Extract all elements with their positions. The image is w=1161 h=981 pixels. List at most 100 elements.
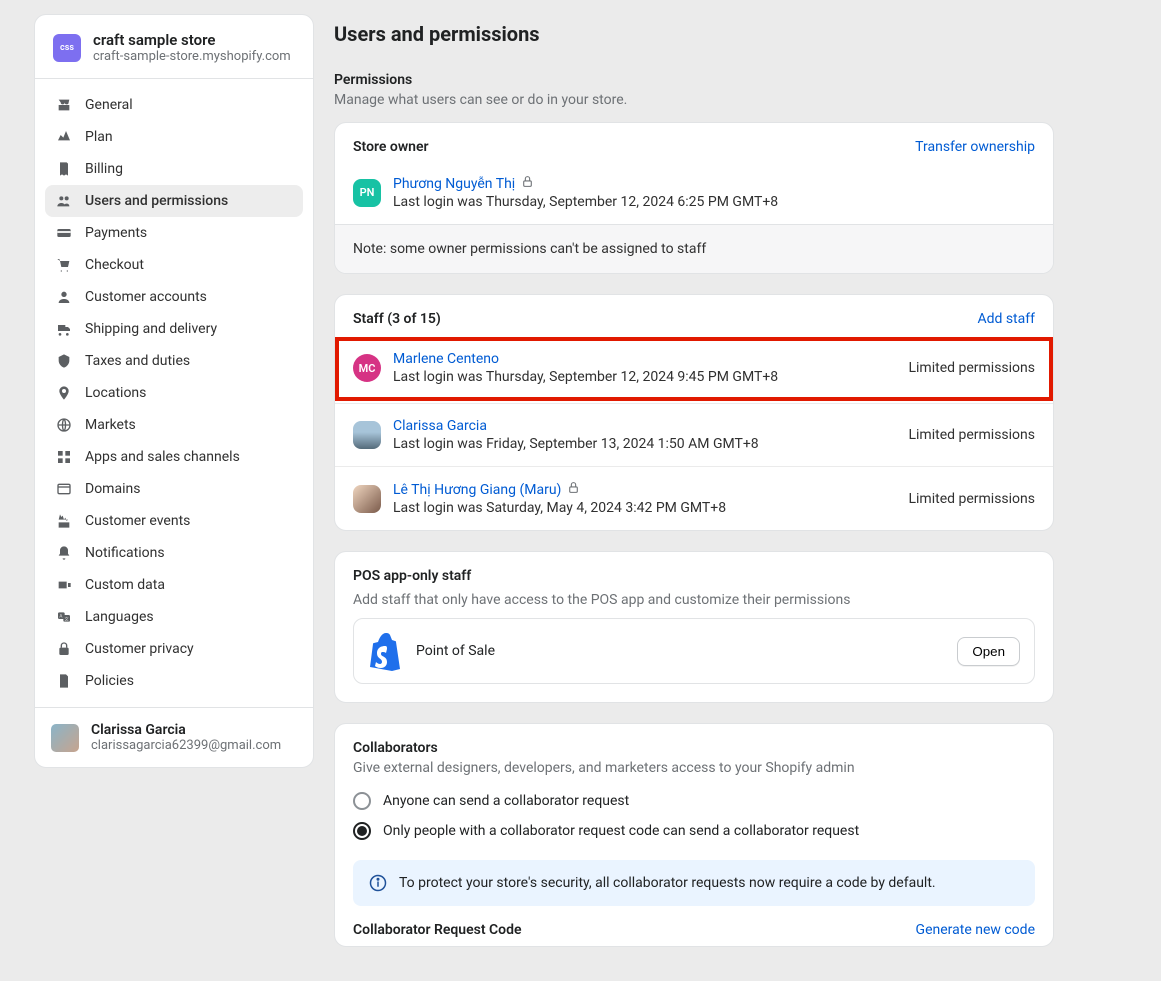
pos-card: POS app-only staff Add staff that only h…	[334, 551, 1054, 703]
radio-code-only[interactable]: Only people with a collaborator request …	[335, 816, 1053, 846]
staff-row[interactable]: Clarissa Garcia Last login was Friday, Se…	[335, 403, 1053, 466]
collab-info-banner: To protect your store's security, all co…	[353, 860, 1035, 906]
staff-title: Staff (3 of 15)	[353, 311, 441, 327]
events-icon	[55, 512, 73, 530]
staff-avatar: MC	[353, 354, 381, 382]
radio-icon-selected	[353, 822, 371, 840]
notifications-icon	[55, 544, 73, 562]
sidebar-item-shipping-and-delivery[interactable]: Shipping and delivery	[45, 313, 303, 345]
sidebar-item-payments[interactable]: Payments	[45, 217, 303, 249]
policies-icon	[55, 672, 73, 690]
nav-label: Custom data	[85, 577, 165, 593]
nav-label: Billing	[85, 161, 123, 177]
store-icon	[55, 96, 73, 114]
customer-icon	[55, 288, 73, 306]
collaborators-card: Collaborators Give external designers, d…	[334, 723, 1054, 947]
shipping-icon	[55, 320, 73, 338]
payments-icon	[55, 224, 73, 242]
nav-label: Markets	[85, 417, 136, 433]
current-user[interactable]: Clarissa Garcia clarissagarcia62399@gmai…	[35, 707, 313, 767]
billing-icon	[55, 160, 73, 178]
staff-row[interactable]: Lê Thị Hương Giang (Maru) Last login was …	[335, 466, 1053, 530]
pos-app-label: Point of Sale	[416, 643, 943, 659]
sidebar-item-languages[interactable]: A文Languages	[45, 601, 303, 633]
pos-desc: Add staff that only have access to the P…	[335, 588, 1053, 618]
store-owner-title: Store owner	[353, 139, 429, 155]
sidebar-item-policies[interactable]: Policies	[45, 665, 303, 697]
sidebar-item-general[interactable]: General	[45, 89, 303, 121]
plan-icon	[55, 128, 73, 146]
lock-icon	[521, 175, 534, 192]
avatar	[51, 724, 79, 752]
open-pos-button[interactable]: Open	[957, 637, 1020, 666]
staff-name-link[interactable]: Marlene Centeno	[393, 351, 499, 367]
transfer-ownership-link[interactable]: Transfer ownership	[915, 139, 1035, 155]
current-user-name: Clarissa Garcia	[91, 722, 281, 738]
radio-anyone[interactable]: Anyone can send a collaborator request	[335, 786, 1053, 816]
sidebar-item-apps-and-sales-channels[interactable]: Apps and sales channels	[45, 441, 303, 473]
sidebar-item-checkout[interactable]: Checkout	[45, 249, 303, 281]
owner-avatar: PN	[353, 179, 381, 207]
sidebar-item-users-and-permissions[interactable]: Users and permissions	[45, 185, 303, 217]
privacy-icon	[55, 640, 73, 658]
sidebar-item-locations[interactable]: Locations	[45, 377, 303, 409]
add-staff-link[interactable]: Add staff	[977, 311, 1035, 327]
staff-row[interactable]: MC Marlene Centeno Last login was Thursday…	[335, 337, 1053, 401]
nav-label: Customer accounts	[85, 289, 207, 305]
staff-last-login: Last login was Saturday, May 4, 2024 3:4…	[393, 500, 896, 516]
store-owner-card: Store owner Transfer ownership PN Phương…	[334, 122, 1054, 274]
sidebar-item-markets[interactable]: Markets	[45, 409, 303, 441]
store-domain: craft-sample-store.myshopify.com	[93, 49, 291, 64]
settings-nav: General Plan Billing Users and permissions P…	[35, 79, 313, 707]
nav-label: Languages	[85, 609, 154, 625]
staff-card: Staff (3 of 15) Add staff MC Marlene Cent…	[334, 294, 1054, 531]
radio-code-label: Only people with a collaborator request …	[383, 823, 859, 839]
store-switcher[interactable]: css craft sample store craft-sample-stor…	[35, 15, 313, 79]
staff-last-login: Last login was Friday, September 13, 202…	[393, 436, 896, 452]
nav-label: Customer privacy	[85, 641, 194, 657]
sidebar-item-customer-privacy[interactable]: Customer privacy	[45, 633, 303, 665]
nav-label: Policies	[85, 673, 134, 689]
info-icon	[369, 874, 387, 892]
staff-name-link[interactable]: Lê Thị Hương Giang (Maru)	[393, 481, 580, 498]
markets-icon	[55, 416, 73, 434]
sidebar-item-notifications[interactable]: Notifications	[45, 537, 303, 569]
sidebar-item-billing[interactable]: Billing	[45, 153, 303, 185]
sidebar-item-custom-data[interactable]: Custom data	[45, 569, 303, 601]
sidebar-item-domains[interactable]: Domains	[45, 473, 303, 505]
generate-code-link[interactable]: Generate new code	[916, 922, 1035, 938]
settings-sidebar: css craft sample store craft-sample-stor…	[34, 14, 314, 768]
taxes-icon	[55, 352, 73, 370]
staff-permission-label: Limited permissions	[908, 427, 1035, 443]
users-icon	[55, 192, 73, 210]
sidebar-item-plan[interactable]: Plan	[45, 121, 303, 153]
nav-label: General	[85, 97, 133, 113]
lock-icon	[567, 481, 580, 498]
store-badge: css	[53, 34, 81, 62]
nav-label: Domains	[85, 481, 140, 497]
owner-last-login: Last login was Thursday, September 12, 2…	[393, 194, 1035, 210]
owner-name-link[interactable]: Phương Nguyễn Thị	[393, 175, 534, 192]
staff-name-link[interactable]: Clarissa Garcia	[393, 418, 487, 434]
pos-app-row: Point of Sale Open	[353, 618, 1035, 684]
staff-avatar	[353, 485, 381, 513]
nav-label: Shipping and delivery	[85, 321, 217, 337]
nav-label: Checkout	[85, 257, 144, 273]
svg-text:文: 文	[65, 615, 69, 621]
locations-icon	[55, 384, 73, 402]
nav-label: Locations	[85, 385, 146, 401]
sidebar-item-customer-accounts[interactable]: Customer accounts	[45, 281, 303, 313]
apps-icon	[55, 448, 73, 466]
collab-code-label: Collaborator Request Code	[353, 922, 522, 938]
staff-permission-label: Limited permissions	[908, 491, 1035, 507]
sidebar-item-customer-events[interactable]: Customer events	[45, 505, 303, 537]
nav-label: Payments	[85, 225, 147, 241]
staff-last-login: Last login was Thursday, September 12, 2…	[393, 369, 896, 385]
store-name: craft sample store	[93, 31, 291, 49]
radio-icon	[353, 792, 371, 810]
checkout-icon	[55, 256, 73, 274]
sidebar-item-taxes-and-duties[interactable]: Taxes and duties	[45, 345, 303, 377]
customdata-icon	[55, 576, 73, 594]
collab-desc: Give external designers, developers, and…	[335, 756, 1053, 786]
permissions-desc: Manage what users can see or do in your …	[334, 92, 1054, 108]
